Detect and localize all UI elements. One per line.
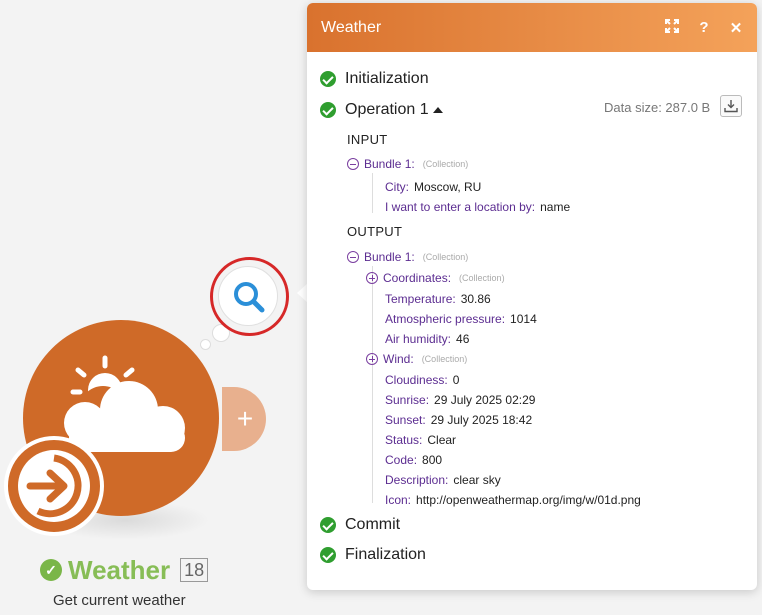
- field-pressure: Atmospheric pressure: 1014: [385, 312, 537, 326]
- step-finalization[interactable]: Finalization: [320, 546, 426, 564]
- inspect-bubble[interactable]: [218, 266, 278, 326]
- collection-tag: (Collection): [421, 354, 468, 364]
- help-icon[interactable]: ?: [697, 19, 711, 36]
- output-bundle[interactable]: Bundle 1: (Collection): [347, 250, 468, 264]
- step-label: Initialization: [345, 70, 429, 87]
- check-circle-icon: [320, 102, 336, 118]
- expand-icon[interactable]: [665, 18, 679, 37]
- expand-icon[interactable]: [366, 272, 378, 284]
- field-coordinates[interactable]: Coordinates: (Collection): [366, 271, 505, 285]
- expand-icon[interactable]: [366, 353, 378, 365]
- field-sunset: Sunset: 29 July 2025 18:42: [385, 413, 533, 427]
- check-circle-icon: [320, 547, 336, 563]
- success-check-icon: ✓: [40, 559, 62, 581]
- step-operation[interactable]: Operation 1: [320, 101, 443, 119]
- trigger-badge-inner: [18, 450, 90, 522]
- step-commit[interactable]: Commit: [320, 516, 400, 534]
- field-row: I want to enter a location by: name: [385, 200, 571, 214]
- field-cloudiness: Cloudiness: 0: [385, 373, 460, 387]
- field-status: Status: Clear: [385, 433, 457, 447]
- check-circle-icon: [320, 517, 336, 533]
- collection-tag: (Collection): [422, 252, 469, 262]
- module-title: Weather: [68, 554, 171, 585]
- tree-guide: [372, 266, 373, 503]
- bundle-label: Bundle 1:: [364, 157, 415, 171]
- download-icon: [724, 100, 738, 113]
- collapse-icon[interactable]: [347, 158, 359, 170]
- module-operation-count[interactable]: 18: [180, 558, 209, 582]
- step-initialization[interactable]: Initialization: [320, 70, 429, 88]
- collection-tag: (Collection): [422, 159, 469, 169]
- input-heading: INPUT: [347, 132, 388, 147]
- bundle-label: Bundle 1:: [364, 250, 415, 264]
- output-heading: OUTPUT: [347, 224, 403, 239]
- bubble-dot-small: [200, 339, 211, 350]
- field-temperature: Temperature: 30.86: [385, 292, 491, 306]
- module-label: ✓ Weather 18: [40, 554, 209, 585]
- field-row: City: Moscow, RU: [385, 180, 482, 194]
- field-sunrise: Sunrise: 29 July 2025 02:29: [385, 393, 536, 407]
- field-humidity: Air humidity: 46: [385, 332, 470, 346]
- collection-tag: (Collection): [459, 273, 505, 283]
- data-size: Data size: 287.0 B: [604, 100, 711, 115]
- panel-title: Weather: [321, 18, 382, 36]
- field-icon: Icon: http://openweathermap.org/img/w/01…: [385, 493, 641, 507]
- input-bundle[interactable]: Bundle 1: (Collection): [347, 157, 468, 171]
- panel-header-actions: ? ✕: [665, 18, 743, 37]
- panel-header: Weather ? ✕: [307, 3, 757, 52]
- field-code: Code: 800: [385, 453, 443, 467]
- step-label: Finalization: [345, 546, 426, 563]
- tree-guide: [372, 173, 373, 213]
- step-label: Commit: [345, 516, 401, 533]
- step-label: Operation 1: [345, 101, 429, 118]
- search-icon: [234, 282, 265, 313]
- caret-up-icon[interactable]: [432, 107, 443, 113]
- plus-icon: +: [236, 403, 254, 434]
- module-subtitle: Get current weather: [53, 592, 186, 609]
- field-description: Description: clear sky: [385, 473, 501, 487]
- add-module-button[interactable]: +: [222, 387, 266, 451]
- inspector-panel: Weather ? ✕ Initialization Operation 1 D…: [307, 3, 757, 590]
- close-icon[interactable]: ✕: [729, 19, 743, 37]
- collapse-icon[interactable]: [347, 251, 359, 263]
- arrow-right-circle-icon: [26, 454, 82, 518]
- field-wind[interactable]: Wind: (Collection): [366, 352, 467, 366]
- check-circle-icon: [320, 71, 336, 87]
- trigger-badge[interactable]: [4, 436, 104, 536]
- download-button[interactable]: [720, 95, 742, 117]
